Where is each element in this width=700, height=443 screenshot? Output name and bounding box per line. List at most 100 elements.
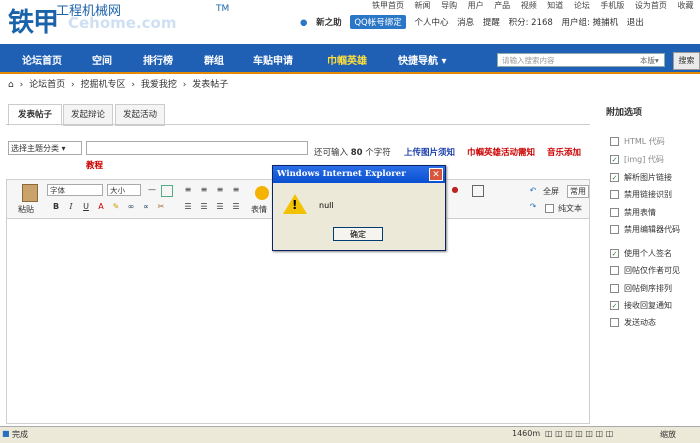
option-disable-link-detect[interactable]: 禁用链接识别 [610,189,672,200]
unlink-icon[interactable]: ∝ [141,202,151,212]
option-send-feed[interactable]: 发送动态 [610,317,656,328]
points-text[interactable]: 积分: 2168 [509,16,553,28]
emoticon-label[interactable]: 表情 [251,204,267,215]
option-reply-reverse-order[interactable]: 回帖倒序排列 [610,283,672,294]
media-icon[interactable]: ● [450,185,460,195]
nav-ranking[interactable]: 排行榜 [143,52,173,67]
nav-groups[interactable]: 群组 [204,52,224,67]
toplink[interactable]: 收藏 [677,1,693,10]
tab-new-activity[interactable]: 发起活动 [115,104,165,126]
close-icon[interactable]: ✕ [429,168,443,181]
toplink[interactable]: 手机版 [600,1,624,10]
option-reply-notify[interactable]: ✓ 接收回复通知 [610,300,672,311]
checkbox[interactable]: ✓ [610,249,619,258]
logout-link[interactable]: 退出 [627,16,644,28]
toplink[interactable]: 视频 [521,1,537,10]
size-select[interactable]: 大小 [107,184,141,196]
home-icon[interactable]: ⌂ [8,80,14,90]
toplink[interactable]: 知道 [547,1,563,10]
nav-quick-menu[interactable]: 快捷导航 ▾ [398,52,447,67]
horizontal-rule-icon[interactable]: — [147,185,157,195]
plaintext-checkbox[interactable] [545,204,554,213]
align-right-icon[interactable]: ≡ [215,185,225,195]
unordered-list-icon[interactable]: ☰ [199,202,209,212]
paste-icon[interactable] [22,184,38,202]
option-parse-image-links[interactable]: ✓ 解析图片链接 [610,172,672,183]
fullscreen-button[interactable]: 全屏 [543,186,559,197]
site-logo[interactable]: 铁甲 工程机械网 TM Cehome.com [8,0,238,38]
emoticon-icon[interactable] [255,186,269,200]
music-tutorial-link-2[interactable]: 教程 [86,159,103,171]
dialog-titlebar[interactable]: Windows Internet Explorer ✕ [273,166,445,183]
ordered-list-icon[interactable]: ☰ [183,202,193,212]
checkbox[interactable] [610,318,619,327]
toplink[interactable]: 论坛 [574,1,590,10]
music-tutorial-link[interactable]: 音乐添加 [547,146,581,158]
justify-icon[interactable]: ≡ [231,185,241,195]
undo-icon[interactable]: ↶ [528,186,538,196]
highlight-icon[interactable]: ✎ [111,202,121,212]
search-scope-select[interactable]: 本版▾ [640,55,659,66]
align-center-icon[interactable]: ≡ [199,185,209,195]
font-color-icon[interactable]: A [96,202,106,212]
zoom-control[interactable]: 缩放 [660,429,676,440]
checkbox[interactable] [610,266,619,275]
breadcrumb-forum-home[interactable]: 论坛首页 [29,80,65,90]
attachment-icon[interactable] [472,185,484,197]
ok-button[interactable]: 确定 [333,227,383,241]
subject-input[interactable] [86,141,308,155]
username-link[interactable]: 新之助 [316,16,342,28]
nav-space[interactable]: 空间 [92,52,112,67]
outdent-icon[interactable]: ☰ [215,202,225,212]
option-reply-author-only[interactable]: 回帖仅作者可见 [610,265,680,276]
user-group-text[interactable]: 用户组: 摊捕机 [562,16,619,28]
option-use-signature[interactable]: ✓ 使用个人签名 [610,248,672,259]
clear-format-icon[interactable]: ✂ [156,202,166,212]
toplink[interactable]: 设为首页 [635,1,667,10]
link-icon[interactable]: ∞ [126,202,136,212]
italic-icon[interactable]: I [66,202,76,212]
reminders-link[interactable]: 提醒 [483,16,500,28]
option-img-code[interactable]: ✓ [img] 代码 [610,154,664,165]
checkbox[interactable]: ✓ [610,173,619,182]
bold-icon[interactable]: B [51,202,61,212]
checkbox[interactable] [610,208,619,217]
tab-new-debate[interactable]: 发起辩论 [63,104,113,126]
upload-notice-link[interactable]: 上传图片须知 [404,146,455,158]
user-center-link[interactable]: 个人中心 [414,16,448,28]
checkbox[interactable] [610,190,619,199]
toplink[interactable]: 导购 [441,1,457,10]
logo-brand: 铁甲 [8,8,59,38]
checkbox[interactable]: ✓ [610,155,619,164]
nav-forum-home[interactable]: 论坛首页 [22,52,62,67]
nav-sticker-apply[interactable]: 车贴申请 [253,52,293,67]
option-disable-emoticons[interactable]: 禁用表情 [610,207,656,218]
search-button[interactable]: 搜索 [673,52,700,70]
indent-icon[interactable]: ☰ [231,202,241,212]
redo-icon[interactable]: ↷ [528,202,538,212]
option-html-code[interactable]: HTML 代码 [610,136,665,147]
checkbox[interactable]: ✓ [610,301,619,310]
checkbox[interactable] [610,284,619,293]
toplink[interactable]: 铁甲首页 [372,1,404,10]
tab-new-post[interactable]: 发表帖子 [8,104,62,126]
qq-bind-button[interactable]: QQ帐号绑定 [350,15,406,29]
breadcrumb-i-love-digging[interactable]: 我爱我挖 [141,80,177,90]
option-disable-editor-code[interactable]: 禁用编辑器代码 [610,224,680,235]
toplink[interactable]: 产品 [494,1,510,10]
underline-icon[interactable]: U [81,202,91,212]
activity-notice-link[interactable]: 巾帼英雄活动需知 [467,146,535,158]
align-left-icon[interactable]: ≡ [183,185,193,195]
nav-heroines[interactable]: 巾帼英雄 [327,52,367,67]
checkbox[interactable] [610,225,619,234]
breadcrumb-excavator-zone[interactable]: 挖掘机专区 [80,80,125,90]
category-select[interactable]: 选择主题分类 ▾ [8,141,82,155]
paste-label[interactable]: 粘贴 [18,204,34,215]
font-select[interactable]: 字体 [47,184,103,196]
toplink[interactable]: 用户 [468,1,484,10]
toplink[interactable]: 新闻 [415,1,431,10]
messages-link[interactable]: 消息 [457,16,474,28]
common-button[interactable]: 常用 [567,185,589,198]
checkbox[interactable] [610,137,619,146]
table-icon[interactable] [161,185,173,197]
